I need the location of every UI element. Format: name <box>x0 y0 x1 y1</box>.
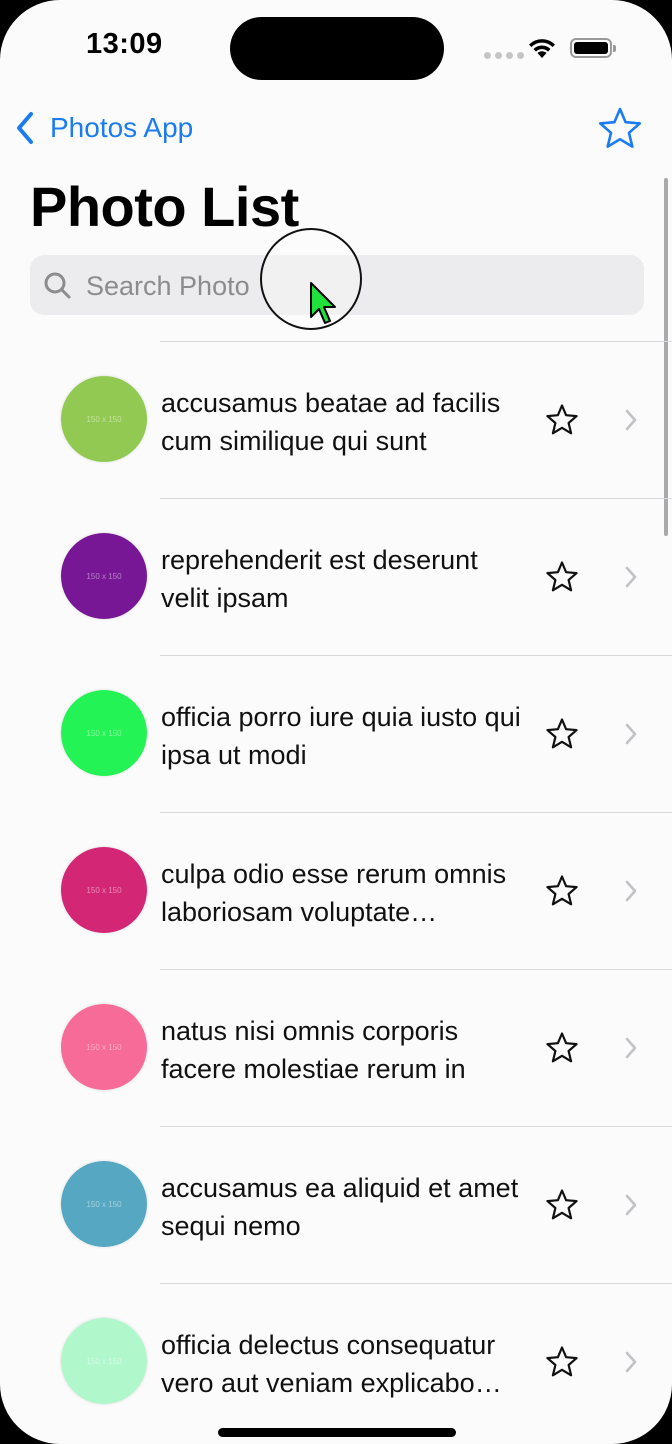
photo-thumbnail: 150 x 150 <box>61 690 147 776</box>
phone-screen: 13:09 Photos App Photo List 150 x 150 acc… <box>0 0 672 1444</box>
star-icon[interactable] <box>545 874 579 907</box>
photo-thumbnail: 150 x 150 <box>61 533 147 619</box>
star-icon[interactable] <box>545 1031 579 1064</box>
row-separator <box>160 655 672 656</box>
list-item[interactable]: 150 x 150 officia porro iure quia iusto q… <box>0 655 672 812</box>
star-icon[interactable] <box>545 560 579 593</box>
cellular-signal-icon <box>484 46 528 64</box>
search-icon <box>44 272 71 299</box>
wifi-icon <box>529 39 555 58</box>
row-separator <box>160 1283 672 1284</box>
page-title: Photo List <box>30 175 299 238</box>
thumbnail-size-label: 150 x 150 <box>86 1199 122 1209</box>
photo-list: 150 x 150 accusamus beatae ad facilis cum… <box>0 341 672 1440</box>
status-bar: 13:09 <box>0 0 672 100</box>
row-separator <box>160 812 672 813</box>
photo-title: reprehenderit est deserunt velit ipsam <box>161 545 478 613</box>
chevron-right-icon <box>625 1194 637 1216</box>
photo-title: officia delectus consequatur vero aut ve… <box>161 1330 496 1398</box>
photo-title: accusamus ea aliquid et amet sequi nemo <box>161 1173 519 1241</box>
photo-thumbnail: 150 x 150 <box>61 376 147 462</box>
back-button-label: Photos App <box>50 112 194 143</box>
list-item[interactable]: 150 x 150 accusamus ea aliquid et amet se… <box>0 1126 672 1283</box>
row-separator <box>160 969 672 970</box>
star-icon[interactable] <box>545 1188 579 1221</box>
chevron-left-icon <box>17 112 33 144</box>
star-icon[interactable] <box>545 1345 579 1378</box>
home-indicator[interactable] <box>218 1428 456 1437</box>
dynamic-island <box>230 17 444 80</box>
thumbnail-size-label: 150 x 150 <box>86 571 122 581</box>
list-item[interactable]: 150 x 150 natus nisi omnis corporis facer… <box>0 969 672 1126</box>
thumbnail-size-label: 150 x 150 <box>86 1356 122 1366</box>
star-icon[interactable] <box>545 717 579 750</box>
chevron-right-icon <box>625 1351 637 1373</box>
list-item[interactable]: 150 x 150 officia delectus consequatur ve… <box>0 1283 672 1440</box>
status-time: 13:09 <box>86 28 163 60</box>
photo-thumbnail: 150 x 150 <box>61 1318 147 1404</box>
battery-icon <box>570 38 616 58</box>
list-item[interactable]: 150 x 150 reprehenderit est deserunt veli… <box>0 498 672 655</box>
thumbnail-size-label: 150 x 150 <box>86 1042 122 1052</box>
photo-title: culpa odio esse rerum omnis laboriosam v… <box>161 859 507 927</box>
thumbnail-size-label: 150 x 150 <box>86 885 122 895</box>
photo-title: accusamus beatae ad facilis cum similiqu… <box>161 388 501 456</box>
chevron-right-icon <box>625 409 637 431</box>
photo-thumbnail: 150 x 150 <box>61 1161 147 1247</box>
photo-title: officia porro iure quia iusto qui ipsa u… <box>161 702 521 770</box>
cursor-arrow-icon <box>310 282 336 324</box>
chevron-right-icon <box>625 723 637 745</box>
thumbnail-size-label: 150 x 150 <box>86 414 122 424</box>
photo-title: natus nisi omnis corporis facere molesti… <box>161 1016 466 1084</box>
row-separator <box>160 498 672 499</box>
row-separator <box>160 1126 672 1127</box>
list-item[interactable]: 150 x 150 accusamus beatae ad facilis cum… <box>0 341 672 498</box>
photo-thumbnail: 150 x 150 <box>61 1004 147 1090</box>
star-icon[interactable] <box>545 403 579 436</box>
photo-thumbnail: 150 x 150 <box>61 847 147 933</box>
favorites-star-icon[interactable] <box>597 106 643 150</box>
chevron-right-icon <box>625 880 637 902</box>
row-separator <box>160 341 672 342</box>
list-item[interactable]: 150 x 150 culpa odio esse rerum omnis lab… <box>0 812 672 969</box>
thumbnail-size-label: 150 x 150 <box>86 728 122 738</box>
chevron-right-icon <box>625 1037 637 1059</box>
chevron-right-icon <box>625 566 637 588</box>
back-button[interactable]: Photos App <box>14 108 193 148</box>
